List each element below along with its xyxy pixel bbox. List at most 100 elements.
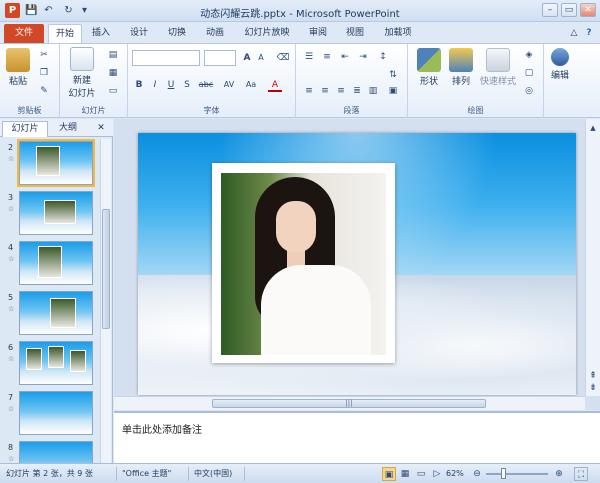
shape-fill-icon[interactable]: ◈ [522, 48, 536, 62]
zoom-in-icon[interactable]: ⊕ [552, 467, 566, 481]
close-button[interactable]: ✕ [580, 3, 596, 17]
slide-thumbnail-2[interactable] [17, 139, 95, 187]
photo-frame[interactable] [212, 163, 395, 363]
change-case-button[interactable]: Aa [242, 78, 260, 92]
slide-thumbnail-7[interactable] [19, 391, 93, 435]
thumbnail-scroll-thumb[interactable] [102, 209, 110, 329]
tab-design[interactable]: 设计 [124, 24, 154, 43]
fit-to-window-icon[interactable]: ⛶ [574, 467, 588, 481]
scroll-up-icon[interactable]: ▲ [587, 121, 599, 135]
tab-home[interactable]: 开始 [48, 24, 82, 43]
animation-star-icon: ☆ [8, 305, 15, 313]
copy-icon[interactable]: ❐ [37, 66, 51, 80]
shape-outline-icon[interactable]: ▢ [522, 66, 536, 80]
restore-button[interactable]: ▭ [561, 3, 577, 17]
align-right-icon[interactable]: ≡ [334, 84, 348, 98]
editing-button[interactable]: 编辑 [546, 48, 574, 81]
notes-placeholder[interactable]: 单击此处添加备注 [122, 421, 202, 436]
quick-styles-button[interactable]: 快速样式 [476, 48, 520, 87]
shapes-button[interactable]: 形状 [414, 48, 444, 87]
numbering-icon[interactable]: ≡ [320, 50, 334, 64]
slide-thumbnail-5[interactable] [19, 291, 93, 335]
slide-thumbnail-8[interactable] [19, 441, 93, 463]
clear-format-icon[interactable]: ⌫ [276, 51, 290, 65]
next-slide-icon[interactable]: ⇟ [587, 381, 599, 395]
format-painter-icon[interactable]: ✎ [37, 84, 51, 98]
minimize-button[interactable]: – [542, 3, 558, 17]
columns-icon[interactable]: ▥ [366, 84, 380, 98]
increase-indent-icon[interactable]: ⇥ [356, 50, 370, 64]
zoom-slider-track[interactable] [486, 473, 548, 475]
slide-thumbnail-4[interactable] [19, 241, 93, 285]
reading-view-icon[interactable]: ▭ [414, 467, 428, 481]
smartart-icon[interactable]: ▣ [386, 84, 400, 98]
slide-thumb-row[interactable]: 5 ☆ [0, 291, 100, 339]
thumb-photo [44, 200, 76, 224]
slide-thumb-row[interactable]: 8 ☆ [0, 441, 100, 463]
slideshow-view-icon[interactable]: ▷ [430, 467, 444, 481]
slide-thumb-row[interactable]: 2 ☆ [0, 139, 100, 189]
tab-file[interactable]: 文件 [4, 24, 44, 43]
tab-animations[interactable]: 动画 [200, 24, 230, 43]
editor-horizontal-scrollbar[interactable]: ||| [114, 396, 585, 410]
font-group-label: 字体 [203, 106, 220, 115]
section-icon[interactable]: ▭ [106, 84, 120, 98]
slide-thumb-row[interactable]: 3 ☆ [0, 191, 100, 239]
language-indicator[interactable]: 中文(中国) [194, 468, 232, 480]
shrink-font-button[interactable]: A [254, 51, 268, 65]
paragraph-group: ☰ ≡ ⇤ ⇥ ↕ ⇅ ≡ ≡ ≡ ≣ ▥ ▣ 段落 [296, 44, 408, 118]
zoom-slider-thumb[interactable] [501, 468, 506, 479]
tab-view[interactable]: 视图 [340, 24, 370, 43]
slide-thumbnail-6[interactable] [19, 341, 93, 385]
collapse-ribbon-icon[interactable]: △ [568, 24, 580, 43]
line-spacing-icon[interactable]: ↕ [376, 50, 390, 64]
justify-icon[interactable]: ≣ [350, 84, 364, 98]
bold-button[interactable]: B [132, 78, 146, 92]
current-slide[interactable] [138, 133, 576, 395]
strikethrough-button[interactable]: abc [196, 78, 216, 92]
tab-slideshow[interactable]: 幻灯片放映 [237, 24, 297, 43]
grow-font-button[interactable]: A [240, 51, 254, 65]
cut-icon[interactable]: ✂ [37, 48, 51, 62]
status-divider [244, 467, 245, 481]
slide-thumb-row[interactable]: 6 ☆ [0, 341, 100, 389]
decrease-indent-icon[interactable]: ⇤ [338, 50, 352, 64]
notes-pane[interactable]: 单击此处添加备注 [114, 411, 600, 463]
tab-insert[interactable]: 插入 [86, 24, 116, 43]
horizontal-scroll-thumb[interactable]: ||| [212, 399, 486, 408]
align-center-icon[interactable]: ≡ [318, 84, 332, 98]
text-shadow-button[interactable]: S [180, 78, 194, 92]
arrange-button[interactable]: 排列 [446, 48, 476, 87]
thumbnail-scrollbar[interactable] [100, 139, 111, 463]
italic-button[interactable]: I [148, 78, 162, 92]
tab-review[interactable]: 审阅 [303, 24, 333, 43]
slide-thumb-row[interactable]: 4 ☆ [0, 241, 100, 289]
normal-view-icon[interactable]: ▣ [382, 467, 396, 481]
paste-button[interactable]: 粘贴 [4, 48, 32, 87]
close-panel-icon[interactable]: ✕ [94, 121, 108, 137]
text-direction-icon[interactable]: ⇅ [386, 68, 400, 82]
font-size-combo[interactable] [204, 50, 236, 66]
slide-thumb-row[interactable]: 7 ☆ [0, 391, 100, 439]
tab-slides[interactable]: 幻灯片 [2, 121, 48, 137]
align-left-icon[interactable]: ≡ [302, 84, 316, 98]
slide-thumbnail-3[interactable] [19, 191, 93, 235]
shape-effects-icon[interactable]: ◎ [522, 84, 536, 98]
tab-transitions[interactable]: 切换 [162, 24, 192, 43]
thumb-photo [36, 146, 60, 176]
font-color-button[interactable]: A [268, 78, 282, 92]
tab-addins[interactable]: 加载项 [378, 24, 418, 43]
reset-icon[interactable]: ▦ [106, 66, 120, 80]
tab-outline[interactable]: 大纲 [50, 121, 86, 137]
zoom-level[interactable]: 62% [446, 468, 464, 480]
editor-vertical-scrollbar[interactable]: ▲ ⇞ ⇟ [585, 119, 600, 396]
bullets-icon[interactable]: ☰ [302, 50, 316, 64]
help-icon[interactable]: ? [583, 24, 595, 43]
layout-icon[interactable]: ▤ [106, 48, 120, 62]
slide-sorter-view-icon[interactable]: ▦ [398, 467, 412, 481]
underline-button[interactable]: U [164, 78, 178, 92]
font-name-combo[interactable] [132, 50, 200, 66]
char-spacing-button[interactable]: AV [220, 78, 238, 92]
new-slide-button[interactable]: 新建 幻灯片 [64, 47, 100, 99]
zoom-out-icon[interactable]: ⊖ [470, 467, 484, 481]
